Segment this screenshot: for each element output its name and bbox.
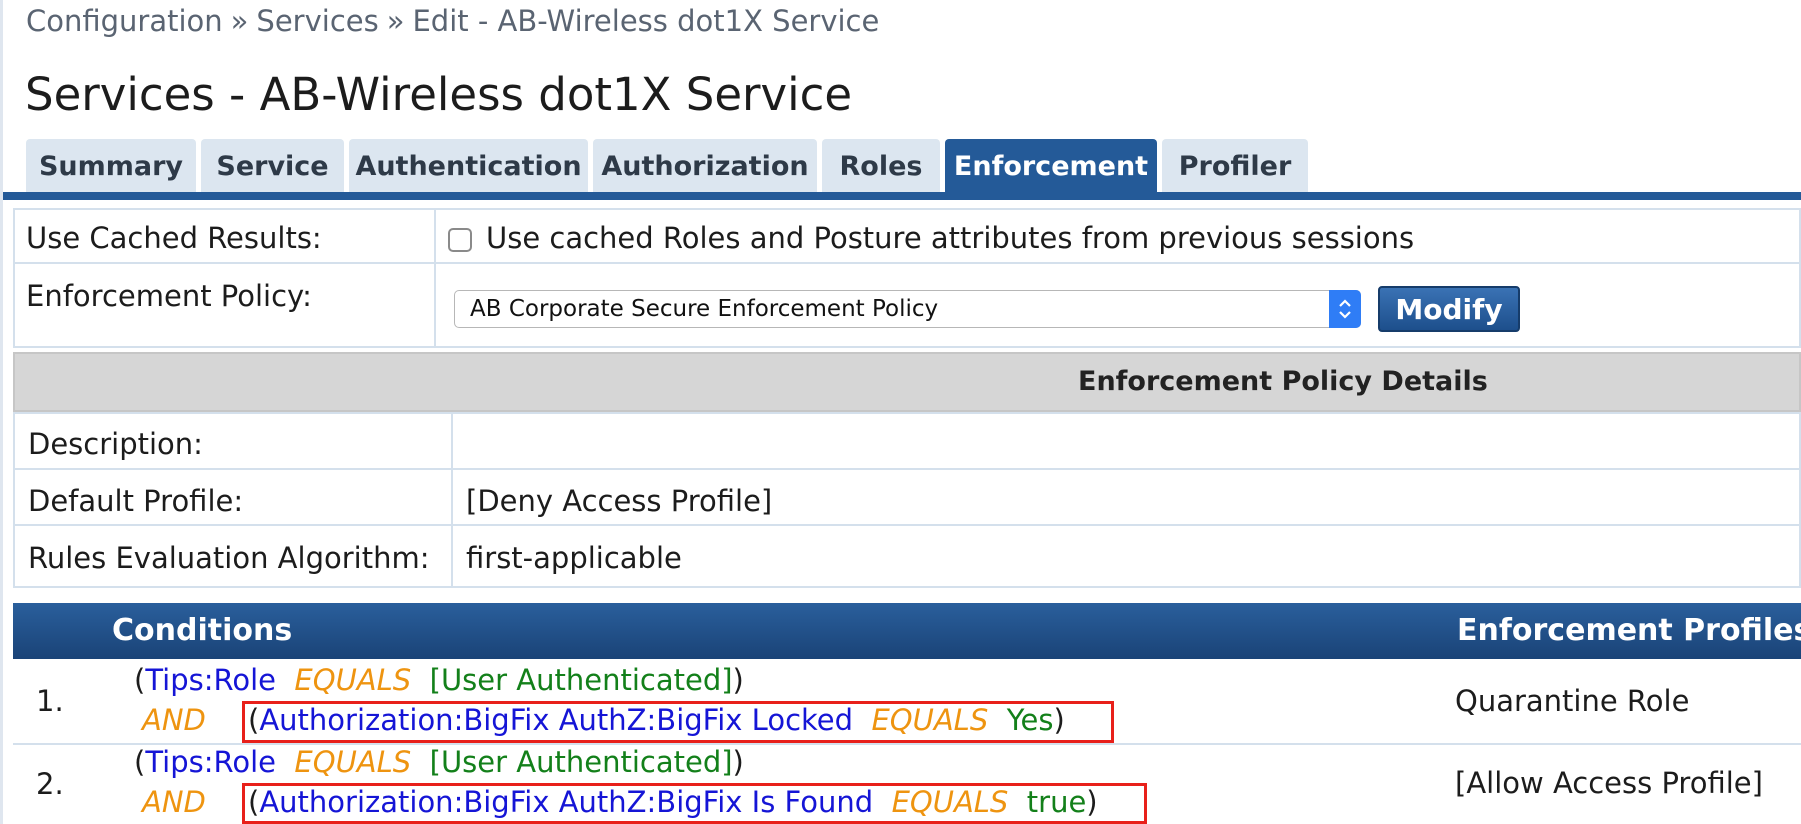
condition-value: Yes [1006, 703, 1054, 737]
condition-operator: EQUALS [891, 785, 1009, 819]
breadcrumb-separator: » [230, 4, 249, 38]
condition-conjunction: AND [142, 703, 206, 737]
enforcement-policy-select[interactable]: AB Corporate Secure Enforcement Policy [454, 290, 1361, 328]
description-label: Description: [28, 427, 203, 461]
paren-close: ) [1086, 785, 1098, 819]
paren-open: ( [248, 785, 260, 819]
condition-attribute: Tips:Role [145, 745, 276, 779]
page-left-border [0, 0, 3, 824]
condition-attribute: Tips:Role [145, 663, 276, 697]
condition-operator: EQUALS [294, 745, 412, 779]
paren-close: ) [1053, 703, 1065, 737]
tab-roles[interactable]: Roles [822, 139, 940, 193]
paren-close: ) [732, 663, 744, 697]
rules-algorithm-value: first-applicable [466, 541, 682, 575]
chevron-up-down-icon [1329, 290, 1361, 328]
condition-attribute: Authorization:BigFix AuthZ:BigFix Is Fou… [259, 785, 874, 819]
condition-operator: EQUALS [871, 703, 989, 737]
tab-service[interactable]: Service [201, 139, 344, 193]
rule-number: 1. [36, 684, 64, 718]
breadcrumb-item-services[interactable]: Services [256, 4, 378, 38]
breadcrumb-separator: » [386, 4, 405, 38]
rule-condition-line: (Tips:Role EQUALS [User Authenticated]) [134, 745, 744, 779]
breadcrumb-item-configuration[interactable]: Configuration [26, 4, 223, 38]
breadcrumb-item-current: Edit - AB-Wireless dot1X Service [412, 4, 880, 38]
condition-attribute: Authorization:BigFix AuthZ:BigFix Locked [259, 703, 854, 737]
use-cached-results-label: Use Cached Results: [26, 221, 322, 255]
tab-enforcement[interactable]: Enforcement [945, 139, 1157, 193]
rule-condition-line: (Authorization:BigFix AuthZ:BigFix Is Fo… [248, 785, 1098, 819]
paren-open: ( [248, 703, 260, 737]
details-value-cell [451, 412, 1801, 470]
tab-profiler[interactable]: Profiler [1162, 139, 1308, 193]
details-title: Enforcement Policy Details [1078, 366, 1488, 397]
modify-button[interactable]: Modify [1378, 286, 1520, 332]
tab-summary[interactable]: Summary [26, 139, 196, 193]
use-cached-checkbox[interactable] [448, 228, 472, 252]
details-header [13, 352, 1801, 412]
condition-conjunction: AND [142, 785, 206, 819]
condition-operator: EQUALS [294, 663, 412, 697]
use-cached-checkbox-label[interactable]: Use cached Roles and Posture attributes … [486, 221, 1414, 255]
tab-underline [3, 192, 1801, 200]
breadcrumb: Configuration» Services» Edit - AB-Wireles… [26, 4, 879, 38]
paren-open: ( [134, 663, 146, 697]
paren-open: ( [134, 745, 146, 779]
default-profile-label: Default Profile: [28, 484, 244, 518]
rule-enforcement-profile: [Allow Access Profile] [1455, 766, 1763, 800]
enforcement-policy-label: Enforcement Policy: [26, 279, 312, 313]
rule-number: 2. [36, 767, 64, 801]
page-title: Services - AB-Wireless dot1X Service [25, 68, 853, 121]
rule-enforcement-profile: Quarantine Role [1455, 684, 1690, 718]
paren-close: ) [732, 745, 744, 779]
enforcement-profiles-column-header: Enforcement Profiles [1457, 613, 1801, 648]
rules-algorithm-label: Rules Evaluation Algorithm: [28, 541, 430, 575]
condition-value: [User Authenticated] [429, 663, 733, 697]
rule-condition-line: (Authorization:BigFix AuthZ:BigFix Locke… [248, 703, 1065, 737]
tab-authentication[interactable]: Authentication [349, 139, 588, 193]
tab-authorization[interactable]: Authorization [593, 139, 817, 193]
enforcement-policy-selected-value: AB Corporate Secure Enforcement Policy [470, 296, 939, 322]
condition-value: [User Authenticated] [429, 745, 733, 779]
conditions-column-header: Conditions [112, 613, 293, 648]
default-profile-value: [Deny Access Profile] [466, 484, 773, 518]
rule-condition-line: (Tips:Role EQUALS [User Authenticated]) [134, 663, 744, 697]
condition-value: true [1026, 785, 1087, 819]
